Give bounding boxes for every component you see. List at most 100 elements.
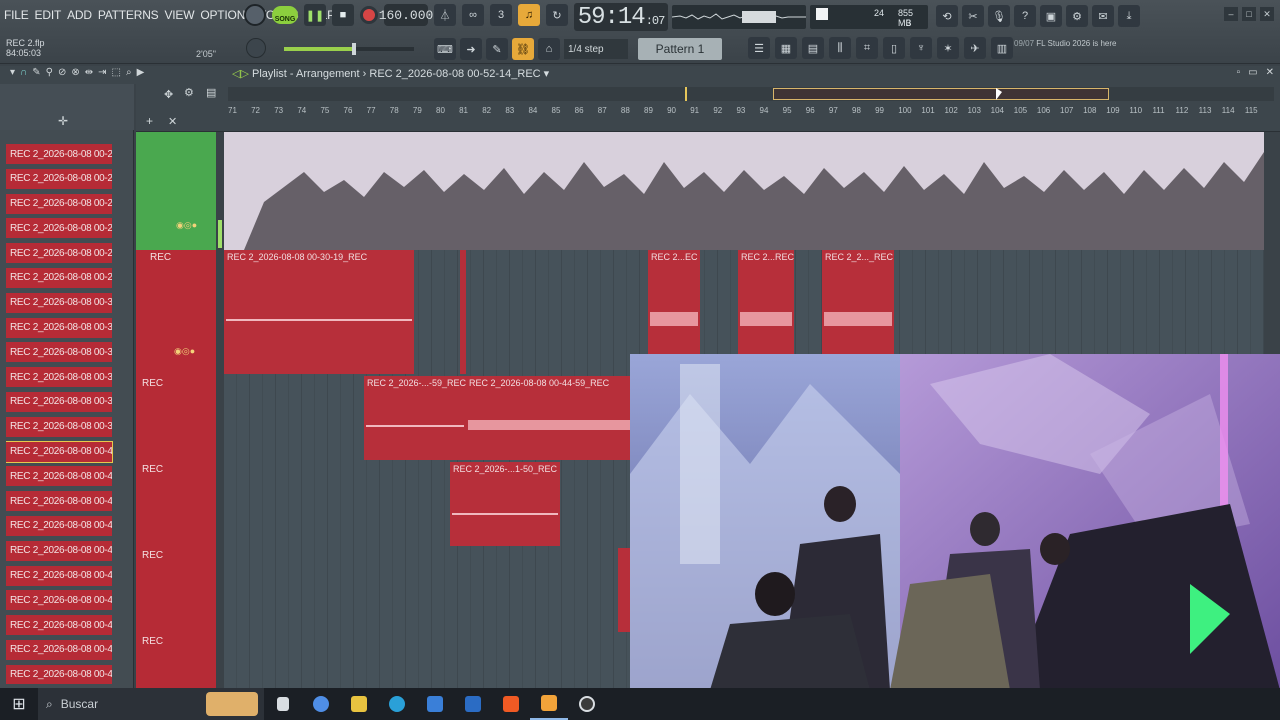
clip-list-item[interactable]: REC 2_2026-08-08 00-47...: [6, 540, 112, 561]
clip-list-item[interactable]: REC 2_2026-08-08 00-44...: [6, 440, 113, 463]
countdown-icon[interactable]: 3: [490, 4, 512, 26]
clip-list-item[interactable]: REC 2_2026-08-08 00-36...: [6, 342, 112, 363]
metronome-icon[interactable]: ⏃: [434, 4, 456, 26]
audio-waveform-lane[interactable]: [224, 132, 1264, 250]
clip-list-item[interactable]: REC 2_2026-08-08 00-29...: [6, 193, 112, 214]
clip-list-item[interactable]: REC 2_2026-08-08 00-29...: [6, 168, 112, 189]
plugin-icon[interactable]: ⚙: [1066, 5, 1088, 27]
slice-icon[interactable]: ⇥: [98, 67, 106, 78]
browser-icon[interactable]: ⌗: [856, 37, 878, 59]
volume-handle[interactable]: [351, 43, 356, 55]
time-ruler[interactable]: 71 72 73 74 75 76 77 78 79 80 81 82 83 84 85 86 87 88 89 90…: [224, 106, 1274, 120]
mute-icon[interactable]: ⊗: [71, 67, 79, 78]
clip-list-item[interactable]: REC 2_2026-08-08 00-28...: [6, 144, 112, 164]
mixer-icon[interactable]: ⫼: [829, 37, 851, 59]
shop-icon[interactable]: ▥: [991, 37, 1013, 59]
track-controls-icon[interactable]: ◉◎●: [176, 220, 197, 231]
store-icon[interactable]: [416, 688, 454, 720]
delete-icon[interactable]: ⊘: [58, 67, 66, 78]
play-button[interactable]: ❚❚: [304, 4, 326, 26]
help-icon[interactable]: ?: [1014, 5, 1036, 27]
file-icon[interactable]: ▯: [883, 37, 905, 59]
playlist-icon[interactable]: ☰: [748, 37, 770, 59]
clip-list-item[interactable]: REC 2_2026-08-08 00-47...: [6, 515, 112, 536]
title-dropdown-icon[interactable]: ▾: [544, 68, 550, 80]
undo-icon[interactable]: ⟲: [936, 5, 958, 27]
plugin-picker-icon[interactable]: ♆: [910, 37, 932, 59]
clip-list-item[interactable]: REC 2_2026-08-08 00-48...: [6, 615, 112, 636]
record-button[interactable]: [360, 6, 378, 24]
track-header-1[interactable]: REC ◉◎●: [136, 250, 216, 376]
taskbar-search[interactable]: ⌕ Buscar: [38, 688, 264, 720]
clip-list-item[interactable]: REC 2_2026-08-08 00-30...: [6, 292, 112, 313]
pl-close-icon[interactable]: ✕: [1266, 67, 1274, 78]
song-position-display[interactable]: 59:14:07: [574, 3, 668, 31]
menu-file[interactable]: FILE: [4, 8, 29, 22]
task-view-icon[interactable]: [264, 688, 302, 720]
loop-record-icon[interactable]: ↻: [546, 4, 568, 26]
track-header-audio[interactable]: ◉◎●: [136, 132, 222, 250]
clip-list-item[interactable]: REC 2_2026-08-08 00-49...: [6, 664, 112, 684]
menu-patterns[interactable]: PATTERNS: [98, 8, 159, 22]
pl-maximize-icon[interactable]: ▭: [1248, 67, 1257, 78]
track-header-3[interactable]: REC: [136, 462, 216, 548]
close-track-icon[interactable]: ✕: [168, 115, 177, 128]
clip-list-item[interactable]: REC 2_2026-08-08 00-29...: [6, 243, 112, 264]
song-mode-toggle[interactable]: SONG: [272, 6, 298, 24]
snap-icon[interactable]: ✛: [58, 114, 68, 128]
pencil-icon[interactable]: ✎: [486, 38, 508, 60]
dropdown-icon[interactable]: ▾: [10, 67, 15, 78]
track-header-2[interactable]: REC: [136, 376, 216, 462]
audio-clip[interactable]: [460, 250, 466, 374]
brush-icon[interactable]: ⚲: [46, 67, 53, 78]
overview-viewport[interactable]: [773, 88, 1109, 100]
clip-list-item[interactable]: REC 2_2026-08-08 00-38...: [6, 416, 112, 437]
clip-list-item[interactable]: REC 2_2026-08-08 00-32...: [6, 317, 112, 338]
pencil-icon[interactable]: ✎: [32, 67, 40, 78]
keyboard-icon[interactable]: ⌨: [434, 38, 456, 60]
download-icon[interactable]: ⤓: [1118, 5, 1140, 27]
audio-clip[interactable]: REC 2_2026-...-59_REC: [364, 376, 466, 460]
clip-list-item[interactable]: REC 2_2026-08-08 00-29...: [6, 218, 112, 239]
wait-icon[interactable]: ∞: [462, 4, 484, 26]
pl-minimize-icon[interactable]: ▫: [1237, 67, 1241, 78]
add-track-icon[interactable]: +: [146, 114, 153, 128]
step-edit-icon[interactable]: ♫: [518, 4, 540, 26]
channel-rack-icon[interactable]: ▤: [802, 37, 824, 59]
clip-list-item[interactable]: REC 2_2026-08-08 00-37...: [6, 367, 112, 388]
song-overview[interactable]: [228, 87, 1274, 101]
audio-clip[interactable]: REC 2_2026-08-08 00-44-59_REC: [466, 376, 636, 460]
news-panel[interactable]: 09/07 FL Studio 2026 is here: [1014, 39, 1122, 49]
save-icon[interactable]: ▣: [1040, 5, 1062, 27]
slip-icon[interactable]: ⇹: [85, 67, 93, 78]
header-menu-icon[interactable]: ▤: [206, 86, 216, 99]
clip-list-item[interactable]: REC 2_2026-08-08 00-46...: [6, 491, 112, 512]
fl-studio-icon[interactable]: [530, 688, 568, 720]
outlook-icon[interactable]: [454, 688, 492, 720]
brave-icon[interactable]: [492, 688, 530, 720]
track-header-4[interactable]: REC: [136, 548, 216, 634]
maximize-icon[interactable]: □: [1242, 7, 1256, 21]
clip-list-item[interactable]: REC 2_2026-08-08 00-45...: [6, 466, 112, 487]
edge-icon[interactable]: [378, 688, 416, 720]
tools-icon[interactable]: ✂: [962, 5, 984, 27]
clip-list-item[interactable]: REC 2_2026-08-08 00-49...: [6, 639, 112, 660]
bell-icon[interactable]: ⌂: [538, 38, 560, 60]
chat-icon[interactable]: ✉: [1092, 5, 1114, 27]
obs-icon[interactable]: [568, 688, 606, 720]
pattern-selector[interactable]: Pattern 1: [638, 38, 722, 60]
menu-view[interactable]: VIEW: [164, 8, 194, 22]
file-explorer-icon[interactable]: [340, 688, 378, 720]
copilot-icon[interactable]: [302, 688, 340, 720]
audio-clip[interactable]: REC 2_2026-...1-50_REC: [450, 462, 560, 546]
stop-button[interactable]: ■: [332, 4, 354, 26]
piano-roll-icon[interactable]: ▦: [775, 37, 797, 59]
clip-list-item[interactable]: REC 2_2026-08-08 00-47...: [6, 590, 112, 611]
menu-edit[interactable]: EDIT: [35, 8, 62, 22]
audio-clip[interactable]: [618, 548, 630, 632]
start-button[interactable]: ⊞: [0, 688, 38, 720]
audio-clip[interactable]: REC 2_2026-08-08 00-30-19_REC: [224, 250, 414, 374]
scroll-icon[interactable]: ✥: [164, 88, 173, 101]
track-header-5[interactable]: REC: [136, 634, 216, 688]
snap-selector[interactable]: 1/4 step: [564, 39, 628, 59]
